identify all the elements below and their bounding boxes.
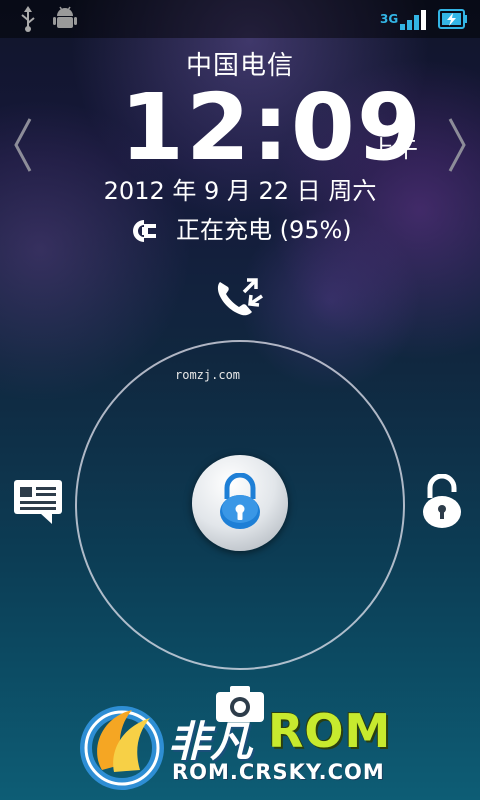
battery-charging-icon xyxy=(438,9,467,29)
unlock-icon[interactable] xyxy=(420,474,464,530)
chevron-left-icon[interactable] xyxy=(10,115,34,175)
brand-name-rom: ROM xyxy=(268,704,392,758)
android-debug-icon xyxy=(53,6,77,28)
message-icon[interactable] xyxy=(12,478,64,526)
brand-watermark: 非凡 ROM ROM.CRSKY.COM xyxy=(80,700,420,800)
chevron-right-icon[interactable] xyxy=(446,115,470,175)
missed-call-icon[interactable] xyxy=(214,274,266,318)
network-type-label: 3G xyxy=(380,12,399,26)
status-bar: 3G xyxy=(0,0,480,38)
lock-handle[interactable] xyxy=(192,455,288,551)
date-label: 2012 年 9 月 22 日 周六 xyxy=(103,177,377,205)
clock-ampm: 上午 xyxy=(370,135,418,163)
charging-plug-icon xyxy=(133,220,157,242)
usb-icon xyxy=(21,6,35,32)
lock-icon xyxy=(220,473,260,529)
charging-status: 正在充电 (95%) xyxy=(0,210,480,245)
signal-icon xyxy=(400,10,426,30)
charging-status-text: 正在充电 (95%) xyxy=(175,216,352,244)
brand-url: ROM.CRSKY.COM xyxy=(172,760,385,784)
brand-logo-icon xyxy=(80,706,164,790)
